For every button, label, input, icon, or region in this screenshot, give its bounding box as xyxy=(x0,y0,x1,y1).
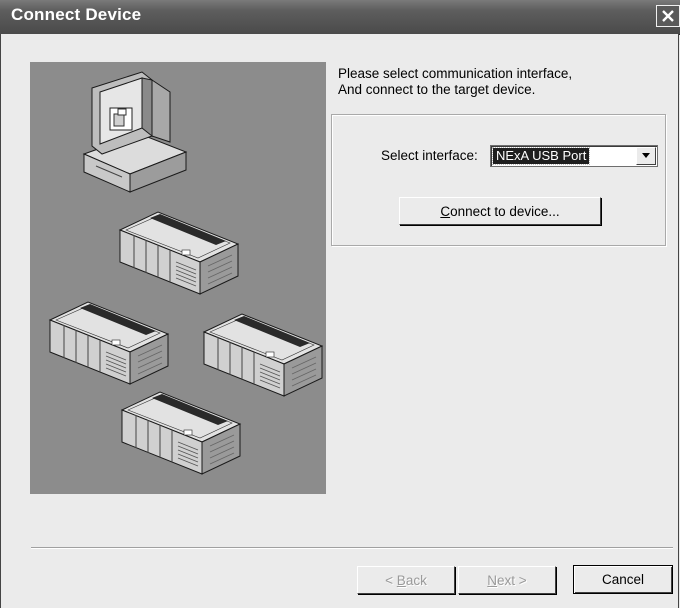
footer-separator xyxy=(31,547,673,549)
plc-device-icon xyxy=(119,211,239,295)
window-title: Connect Device xyxy=(11,5,142,24)
network-illustration xyxy=(30,62,326,494)
interface-selected-value: NExA USB Port xyxy=(491,147,591,165)
computer-monitor-icon xyxy=(82,71,188,193)
close-x-icon xyxy=(662,10,674,22)
interface-dropdown[interactable]: NExA USB Port xyxy=(490,145,658,167)
title-bar[interactable]: Connect Device xyxy=(0,0,680,35)
connect-button-label: Connect to device... xyxy=(440,203,560,219)
chevron-down-icon xyxy=(642,153,650,158)
select-interface-label: Select interface: xyxy=(381,148,478,163)
cancel-button-label: Cancel xyxy=(601,572,645,587)
cancel-button[interactable]: Cancel xyxy=(573,565,673,594)
plc-device-icon xyxy=(203,313,323,397)
next-button-label: Next > xyxy=(487,572,527,588)
next-button[interactable]: Next > xyxy=(458,566,556,594)
plc-device-icon xyxy=(49,301,169,385)
back-button[interactable]: < Back xyxy=(357,566,455,594)
dropdown-arrow-button[interactable] xyxy=(636,147,656,165)
instruction-line-2: And connect to the target device. xyxy=(338,82,536,97)
back-button-label: < Back xyxy=(385,572,427,588)
plc-device-icon xyxy=(121,391,241,475)
instruction-line-1: Please select communication interface, xyxy=(338,66,573,81)
instructions-text: Please select communication interface, A… xyxy=(338,66,668,98)
close-button[interactable] xyxy=(656,5,680,27)
connect-to-device-button[interactable]: Connect to device... xyxy=(399,197,601,225)
interface-groupbox xyxy=(331,114,666,246)
